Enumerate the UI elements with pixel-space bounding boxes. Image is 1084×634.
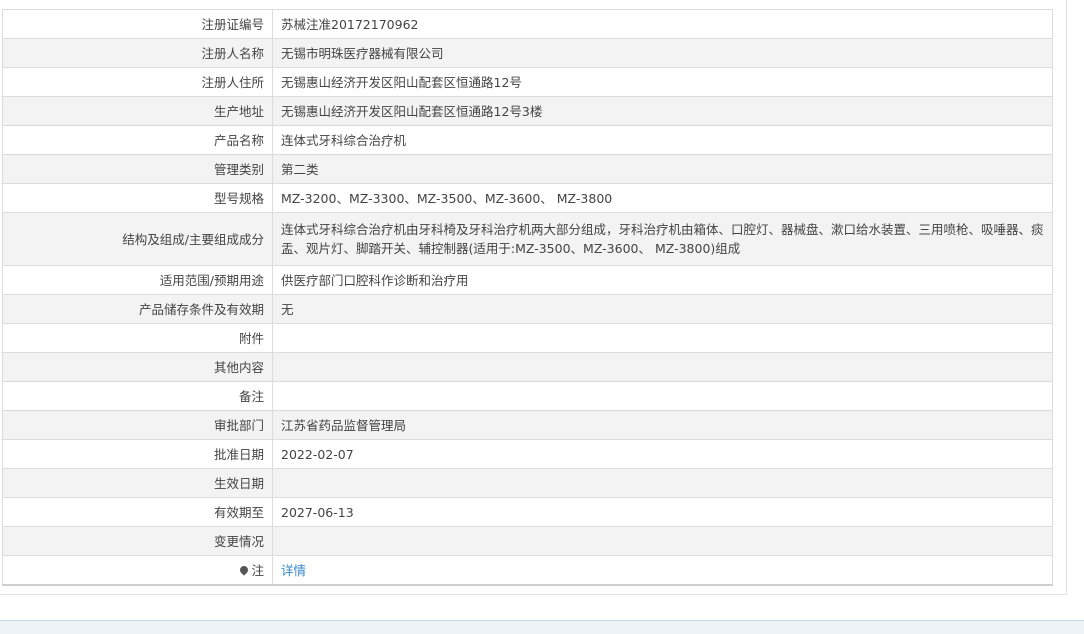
note-label: 注	[251, 562, 264, 578]
table-row: 审批部门 江苏省药品监督管理局	[2, 410, 1053, 440]
row-value	[272, 526, 1053, 556]
row-label: 备注	[2, 381, 273, 411]
row-label: 型号规格	[2, 183, 273, 213]
row-label: 附件	[2, 323, 273, 353]
table-row: 型号规格 MZ-3200、MZ-3300、MZ-3500、MZ-3600、 MZ…	[2, 183, 1053, 213]
details-link[interactable]: 详情	[281, 563, 306, 578]
row-value: 供医疗部门口腔科作诊断和治疗用	[272, 265, 1053, 295]
table-row: 其他内容	[2, 352, 1053, 382]
row-value: 无	[272, 294, 1053, 324]
table-row: 变更情况	[2, 526, 1053, 556]
row-label: 产品储存条件及有效期	[2, 294, 273, 324]
row-label: 生效日期	[2, 468, 273, 498]
row-value	[272, 381, 1053, 411]
row-label: 产品名称	[2, 125, 273, 155]
row-value: 苏械注准20172170962	[272, 9, 1053, 39]
table-row: 生产地址 无锡惠山经济开发区阳山配套区恒通路12号3楼	[2, 96, 1053, 126]
table-row: 管理类别 第二类	[2, 154, 1053, 184]
row-value: 无锡惠山经济开发区阳山配套区恒通路12号3楼	[272, 96, 1053, 126]
row-value: 连体式牙科综合治疗机	[272, 125, 1053, 155]
table-row: 备注	[2, 381, 1053, 411]
detail-panel: 注册证编号 苏械注准20172170962 注册人名称 无锡市明珠医疗器械有限公…	[0, 0, 1067, 595]
row-value: 江苏省药品监督管理局	[272, 410, 1053, 440]
table-row: 产品名称 连体式牙科综合治疗机	[2, 125, 1053, 155]
table-row: 有效期至 2027-06-13	[2, 497, 1053, 527]
row-value: 2027-06-13	[272, 497, 1053, 527]
row-value: 2022-02-07	[272, 439, 1053, 469]
row-label: 变更情况	[2, 526, 273, 556]
table-row: 产品储存条件及有效期 无	[2, 294, 1053, 324]
table-row: 附件	[2, 323, 1053, 353]
row-value: MZ-3200、MZ-3300、MZ-3500、MZ-3600、 MZ-3800	[272, 183, 1053, 213]
row-value: 无锡市明珠医疗器械有限公司	[272, 38, 1053, 68]
note-label-cell: 注	[2, 555, 273, 586]
row-value	[272, 352, 1053, 382]
footer-strip	[0, 620, 1084, 634]
row-value: 连体式牙科综合治疗机由牙科椅及牙科治疗机两大部分组成，牙科治疗机由箱体、口腔灯、…	[272, 212, 1053, 266]
table-row: 批准日期 2022-02-07	[2, 439, 1053, 469]
row-value: 第二类	[272, 154, 1053, 184]
row-label: 结构及组成/主要组成成分	[2, 212, 273, 266]
row-value	[272, 468, 1053, 498]
row-label: 有效期至	[2, 497, 273, 527]
row-value	[272, 323, 1053, 353]
note-value-cell: 详情	[272, 555, 1053, 586]
row-label: 注册证编号	[2, 9, 273, 39]
row-label: 审批部门	[2, 410, 273, 440]
row-label: 注册人住所	[2, 67, 273, 97]
row-label: 其他内容	[2, 352, 273, 382]
table-row: 生效日期	[2, 468, 1053, 498]
note-row: 注 详情	[2, 555, 1053, 586]
table-row: 注册人住所 无锡惠山经济开发区阳山配套区恒通路12号	[2, 67, 1053, 97]
row-label: 批准日期	[2, 439, 273, 469]
row-label: 管理类别	[2, 154, 273, 184]
row-label: 注册人名称	[2, 38, 273, 68]
row-value: 无锡惠山经济开发区阳山配套区恒通路12号	[272, 67, 1053, 97]
table-row: 适用范围/预期用途 供医疗部门口腔科作诊断和治疗用	[2, 265, 1053, 295]
pin-icon	[238, 563, 251, 576]
table-row: 注册人名称 无锡市明珠医疗器械有限公司	[2, 38, 1053, 68]
row-label: 适用范围/预期用途	[2, 265, 273, 295]
table-row: 注册证编号 苏械注准20172170962	[2, 9, 1053, 39]
table-row: 结构及组成/主要组成成分 连体式牙科综合治疗机由牙科椅及牙科治疗机两大部分组成，…	[2, 212, 1053, 266]
row-label: 生产地址	[2, 96, 273, 126]
registration-detail-table: 注册证编号 苏械注准20172170962 注册人名称 无锡市明珠医疗器械有限公…	[2, 9, 1053, 586]
